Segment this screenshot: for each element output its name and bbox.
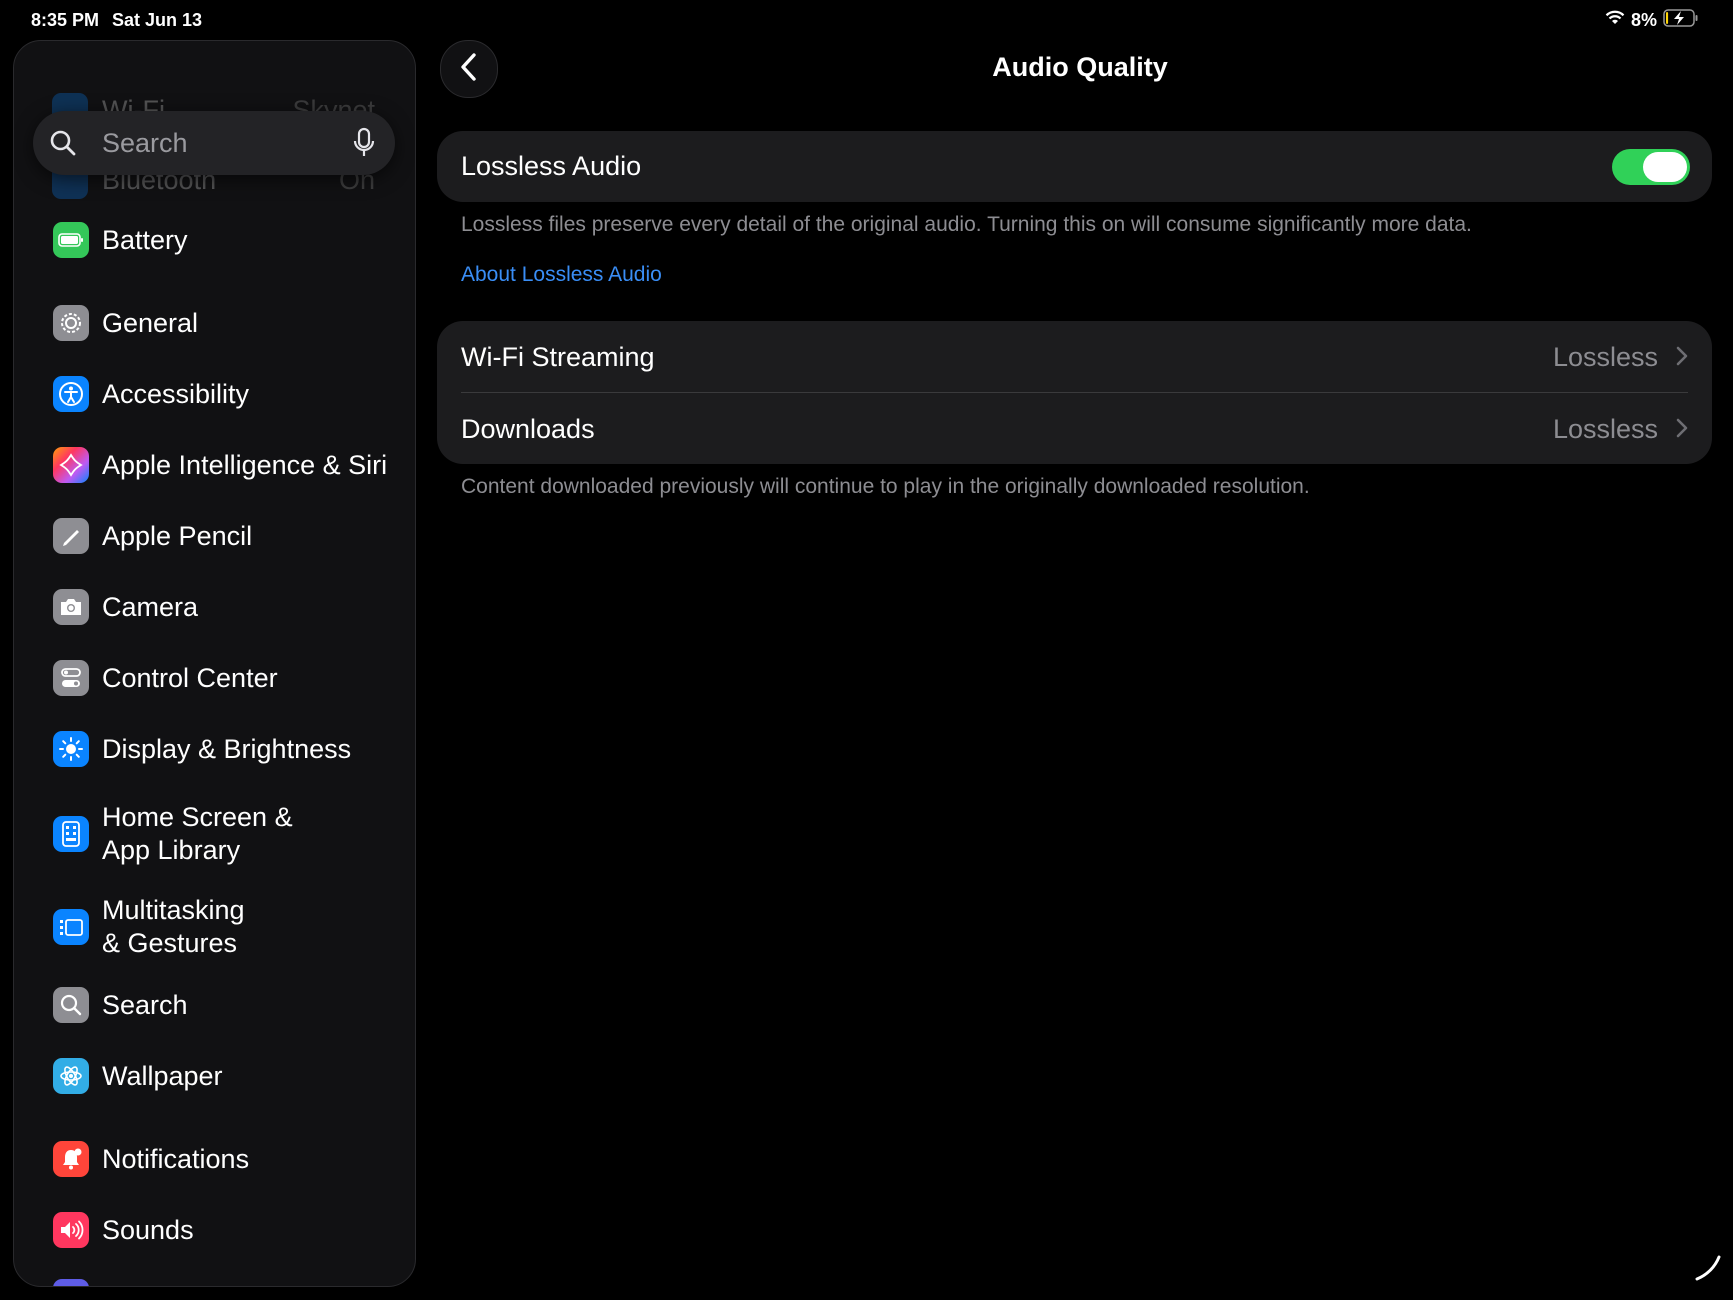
sidebar-item-label: Multitasking & Gestures — [102, 894, 245, 960]
sidebar-item-notifications[interactable]: Notifications — [14, 1141, 415, 1177]
sidebar-item-control-center[interactable]: Control Center — [14, 660, 415, 696]
sidebar-item-general[interactable]: General — [14, 305, 415, 341]
lossless-audio-label: Lossless Audio — [461, 151, 642, 181]
sidebar-item-camera[interactable]: Camera — [14, 589, 415, 625]
page-title: Audio Quality — [992, 52, 1168, 82]
wifi-streaming-value: Lossless — [1552, 342, 1658, 372]
sidebar-item-label: Apple Pencil — [102, 520, 253, 551]
search-placeholder: Search — [102, 128, 188, 158]
speaker-icon — [53, 1212, 89, 1248]
sidebar-item-label: Wallpaper — [102, 1060, 223, 1091]
multitasking-icon — [53, 909, 89, 945]
sidebar-item-partial-bottom — [53, 1279, 89, 1286]
about-lossless-link[interactable]: About Lossless Audio — [461, 263, 662, 287]
sidebar-item-accessibility[interactable]: Accessibility — [14, 376, 415, 412]
sidebar-item-label: Sounds — [102, 1214, 194, 1245]
chevron-left-icon — [459, 51, 479, 88]
sidebar-item-label: Search — [102, 989, 188, 1020]
wallpaper-icon — [53, 1058, 89, 1094]
lossless-audio-toggle[interactable] — [1612, 149, 1690, 185]
wifi-icon — [1605, 10, 1625, 31]
sidebar-item-partial-top — [14, 41, 415, 79]
camera-icon — [53, 589, 89, 625]
sidebar-item-battery[interactable]: Battery — [14, 222, 415, 258]
sidebar-item-display-brightness[interactable]: Display & Brightness — [14, 731, 415, 767]
home-screen-icon — [53, 816, 89, 852]
label-line-1: Multitasking — [102, 895, 245, 925]
sidebar-item-label: Home Screen & App Library — [102, 801, 293, 867]
sidebar-item-label: Control Center — [102, 662, 278, 693]
chevron-right-icon — [1676, 417, 1688, 444]
wifi-streaming-row[interactable]: Wi-Fi Streaming Lossless — [437, 321, 1712, 392]
label-line-2: & Gestures — [102, 928, 238, 958]
downloads-footnote: Content downloaded previously will conti… — [461, 475, 1310, 498]
settings-sidebar: Wi-Fi Skynet Bluetooth On Search Battery… — [13, 40, 416, 1287]
battery-icon — [53, 222, 89, 258]
gear-icon — [53, 305, 89, 341]
sidebar-item-label: Accessibility — [102, 378, 250, 409]
corner-swipe-icon — [1693, 1253, 1723, 1288]
downloads-label: Downloads — [461, 414, 595, 444]
accessibility-icon — [53, 376, 89, 412]
sun-icon — [53, 731, 89, 767]
label-line-2: App Library — [102, 835, 241, 865]
chevron-right-icon — [1676, 345, 1688, 372]
sidebar-item-apple-intelligence[interactable]: Apple Intelligence & Siri — [14, 447, 415, 483]
toggle-knob — [1643, 152, 1687, 182]
downloads-value: Lossless — [1552, 414, 1658, 444]
bell-icon — [53, 1141, 89, 1177]
sidebar-item-home-screen[interactable]: Home Screen & App Library — [14, 801, 415, 867]
sidebar-item-multitasking[interactable]: Multitasking & Gestures — [14, 894, 415, 960]
microphone-icon[interactable] — [353, 127, 375, 164]
battery-charging-icon — [1663, 9, 1699, 32]
label-line-1: Home Screen & — [102, 802, 293, 832]
sidebar-item-label: General — [102, 307, 199, 338]
sidebar-item-search[interactable]: Search — [14, 987, 415, 1023]
siri-icon — [53, 447, 89, 483]
status-bar: 8:35 PM Sat Jun 13 8% — [0, 0, 1733, 40]
lossless-description: Lossless files preserve every detail of … — [461, 213, 1472, 236]
search-input[interactable]: Search — [33, 111, 395, 175]
status-date: Sat Jun 13 — [112, 10, 203, 30]
wifi-streaming-label: Wi-Fi Streaming — [461, 342, 655, 372]
sidebar-item-label: Notifications — [102, 1143, 250, 1174]
battery-percent: 8% — [1630, 10, 1657, 30]
sidebar-item-label: Apple Intelligence & Siri — [102, 449, 388, 480]
sidebar-item-label: Display & Brightness — [102, 733, 352, 764]
sidebar-item-sounds[interactable]: Sounds — [14, 1212, 415, 1248]
sidebar-item-label: Battery — [102, 224, 188, 255]
back-button[interactable] — [440, 40, 498, 98]
status-time: 8:35 PM — [31, 10, 100, 30]
status-right: 8% — [1605, 9, 1699, 32]
magnifier-icon — [49, 129, 77, 162]
control-center-icon — [53, 660, 89, 696]
downloads-row[interactable]: Downloads Lossless — [437, 393, 1712, 464]
sidebar-item-apple-pencil[interactable]: Apple Pencil — [14, 518, 415, 554]
sidebar-item-wallpaper[interactable]: Wallpaper — [14, 1058, 415, 1094]
search-icon — [53, 987, 89, 1023]
audio-settings-card: Wi-Fi Streaming Lossless Downloads Lossl… — [437, 321, 1712, 464]
pencil-icon — [53, 518, 89, 554]
sidebar-item-label: Camera — [102, 591, 199, 622]
lossless-audio-card: Lossless Audio — [437, 131, 1712, 202]
